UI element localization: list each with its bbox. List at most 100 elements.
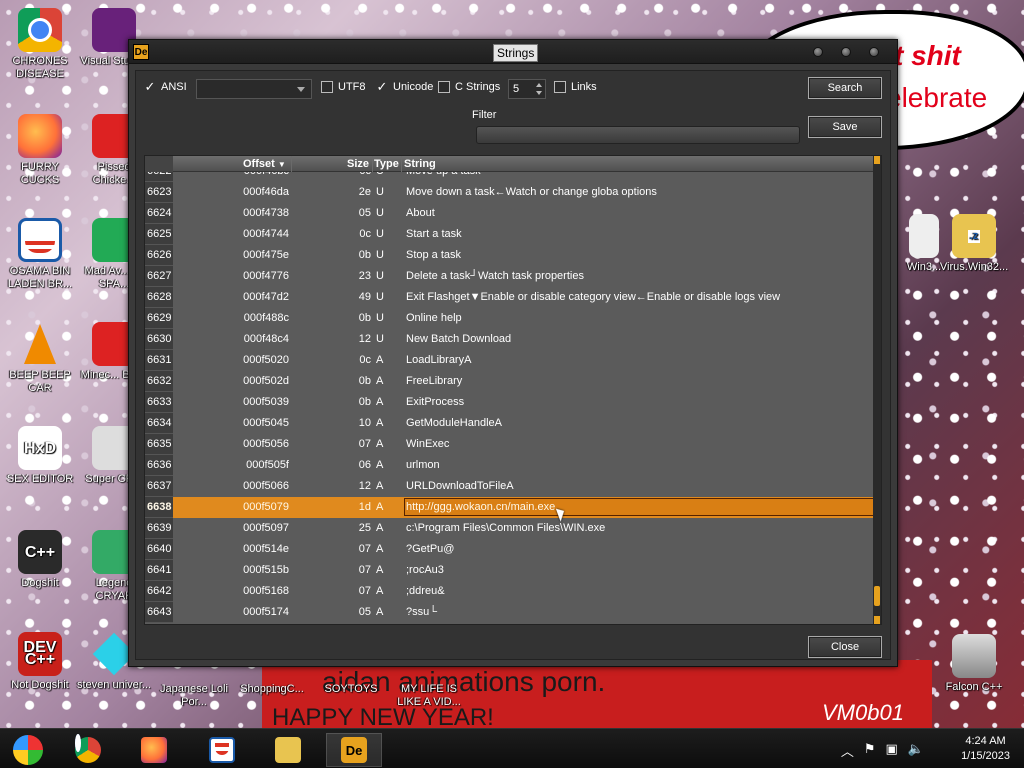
taskbar-chrome[interactable]	[60, 733, 116, 767]
type-column-header[interactable]: Type	[374, 158, 399, 170]
taskbar-file-explorer[interactable]	[260, 733, 316, 767]
desktop-icon-shoppingc[interactable]: ShoppingC...	[234, 683, 310, 696]
desktop-icon-not-dogshit[interactable]: DEV C++ Not Dogshit	[2, 632, 78, 692]
volume-icon[interactable]: 🔈	[908, 741, 924, 760]
links-checkbox[interactable]	[554, 81, 566, 93]
size-cell: 0c	[289, 172, 371, 177]
table-row[interactable]: 6628 000f47d2 49 U Exit Flashget▼Enable or d…	[145, 287, 875, 308]
show-hidden-icons-icon[interactable]: ︿	[841, 741, 854, 760]
table-row[interactable]: 6641 000f515b 07 A ;rocAu3	[145, 560, 875, 581]
scroll-up-arrow[interactable]	[874, 156, 880, 164]
recycle-bin-icon	[952, 634, 996, 678]
table-row[interactable]: 6639 000f5097 25 Ac:\Program Files\Common F…	[145, 518, 875, 539]
min-length-spinner[interactable]: 5	[508, 79, 546, 99]
size-cell: 10	[358, 417, 371, 429]
desktop-icon-my-life[interactable]: MY LIFE IS LIKE A VID...	[391, 683, 467, 709]
desktop-icon-falcon-cpp[interactable]: Falcon C++	[936, 634, 1012, 694]
cstrings-checkbox[interactable]	[438, 81, 450, 93]
offset-cell: 000f46da	[243, 186, 289, 198]
type-cell: A	[376, 375, 384, 387]
column-divider[interactable]	[372, 156, 373, 172]
close-button[interactable]: Close	[808, 636, 882, 658]
taskbar-de-strings-app[interactable]: De	[326, 733, 382, 767]
table-row[interactable]: 6635 000f5056 07 A WinExec	[145, 434, 875, 455]
table-row[interactable]: 6638 000f5079 1d Ahttp://ggg.wokaon.cn/main…	[145, 497, 875, 518]
chrome-icon	[75, 737, 101, 763]
app-icon[interactable]: De	[133, 44, 149, 60]
table-row[interactable]: 6642 000f5168 07 A ;ddreu&	[145, 581, 875, 602]
network-icon[interactable]: ▣	[886, 741, 898, 760]
table-row[interactable]: 6633 000f5039 0b A ExitProcess	[145, 392, 875, 413]
clock[interactable]: 4:24 AM 1/15/2023	[961, 734, 1010, 764]
title-bar[interactable]: De Strings	[129, 40, 897, 64]
window-title: Strings	[493, 44, 539, 62]
offset-cell: 000f5056	[243, 438, 289, 450]
table-row[interactable]: 6630 000f48c4 12 U New Batch Download	[145, 329, 875, 350]
desktop-icon-dogshit[interactable]: C++ Dogshit	[2, 530, 78, 590]
column-divider[interactable]	[401, 156, 402, 172]
encoding-select[interactable]	[196, 79, 312, 99]
table-row[interactable]: 6624 000f4738 05 U About	[145, 203, 875, 224]
table-row[interactable]: 6626 000f475e 0b U Stop a task	[145, 245, 875, 266]
desktop-icon-chrones-disease[interactable]: CHRONES DISEASE	[2, 8, 78, 81]
scroll-down-arrow[interactable]	[874, 616, 880, 624]
offset-column-header[interactable]: Offset ▼	[243, 158, 286, 170]
flag-icon[interactable]: ⚑	[864, 741, 876, 760]
desktop-icon-osama-bin-laden[interactable]: OSAMA BIN LADEN BR...	[2, 218, 78, 291]
table-row[interactable]: 6634 000f5045 10 A GetModuleHandleA	[145, 413, 875, 434]
links-option[interactable]: Links	[554, 81, 597, 93]
utf8-option[interactable]: UTF8	[321, 81, 366, 93]
table-row[interactable]: 6622000f46bc0c U Move up a task	[145, 172, 875, 182]
minimize-button[interactable]	[813, 47, 823, 57]
offset-cell: 000f4744	[243, 228, 289, 240]
desktop-icon-label: ShoppingC...	[240, 683, 304, 695]
table-row[interactable]: 6623 000f46da 2e U Move down a task←Watch or…	[145, 182, 875, 203]
de-app-icon: De	[341, 737, 367, 763]
row-number: 6641	[145, 560, 173, 581]
unicode-checkbox[interactable]: ✓	[376, 80, 388, 93]
string-cell: WinExec	[406, 438, 450, 450]
filter-input[interactable]	[476, 126, 800, 144]
table-row[interactable]: 6631 000f5020 0c A LoadLibraryA	[145, 350, 875, 371]
table-row[interactable]: 6629 000f488c 0b U Online help	[145, 308, 875, 329]
ansi-option[interactable]: ✓ ANSI	[144, 80, 187, 93]
search-button[interactable]: Search	[808, 77, 882, 99]
desktop-icon-japanese-loli[interactable]: Japanese Loli Por...	[156, 683, 232, 709]
table-row[interactable]: 6637 000f5066 12 A URLDownloadToFileA	[145, 476, 875, 497]
scrollbar-thumb[interactable]	[874, 586, 880, 606]
table-row[interactable]: 6625 000f4744 0c U Start a task	[145, 224, 875, 245]
column-divider[interactable]	[291, 156, 292, 172]
cstrings-option[interactable]: C Strings	[438, 81, 500, 93]
utf8-checkbox[interactable]	[321, 81, 333, 93]
table-row[interactable]: 6640 000f514e 07 A ?GetPu@	[145, 539, 875, 560]
save-button[interactable]: Save	[808, 116, 882, 138]
start-button[interactable]	[0, 733, 56, 767]
table-row[interactable]: 6636 000f505f 06 Aurlmon	[145, 455, 875, 476]
close-window-button[interactable]	[869, 47, 879, 57]
unicode-option[interactable]: ✓ Unicode	[376, 80, 434, 93]
offset-cell: 000f5174	[243, 606, 289, 618]
desktop-icon-sex-editor[interactable]: HxD SEX EDITOR	[2, 426, 78, 486]
desktop-icon-label: CHRONES DISEASE	[12, 55, 68, 80]
maximize-button[interactable]	[841, 47, 851, 57]
desktop-icon-beep-beep-car[interactable]: BEEP BEEP CAR	[2, 322, 78, 395]
desktop-icon-soytoys[interactable]: SOYTOYS	[313, 683, 389, 696]
desktop-icon-furry-cucks[interactable]: FURRY CUCKS	[2, 114, 78, 187]
type-cell: A	[376, 396, 384, 408]
table-row[interactable]: 6632 000f502d 0b A FreeLibrary	[145, 371, 875, 392]
table-row[interactable]: 6627 000f4776 23 U Delete a task┘Watch task …	[145, 266, 875, 287]
folder-icon	[275, 737, 301, 763]
table-row[interactable]: 6643 000f5174 05 A ?ssu└	[145, 602, 875, 623]
vertical-scrollbar[interactable]	[873, 156, 881, 624]
taskbar-firefox[interactable]	[126, 733, 182, 767]
offset-cell: 000f46bc	[173, 172, 289, 177]
system-tray: ︿ ⚑ ▣ 🔈	[841, 741, 924, 760]
string-column-header[interactable]: String	[404, 158, 436, 170]
type-cell: A	[376, 354, 384, 366]
desktop-icon-virus-win32[interactable]: .z Virus.Win32...	[936, 214, 1012, 274]
offset-cell: 000f475e	[243, 249, 289, 261]
taskbar-obama-app[interactable]	[194, 733, 250, 767]
ansi-checkbox[interactable]: ✓	[144, 80, 156, 93]
offset-cell: 000f514e	[243, 543, 289, 555]
size-column-header[interactable]: Size	[347, 158, 369, 170]
